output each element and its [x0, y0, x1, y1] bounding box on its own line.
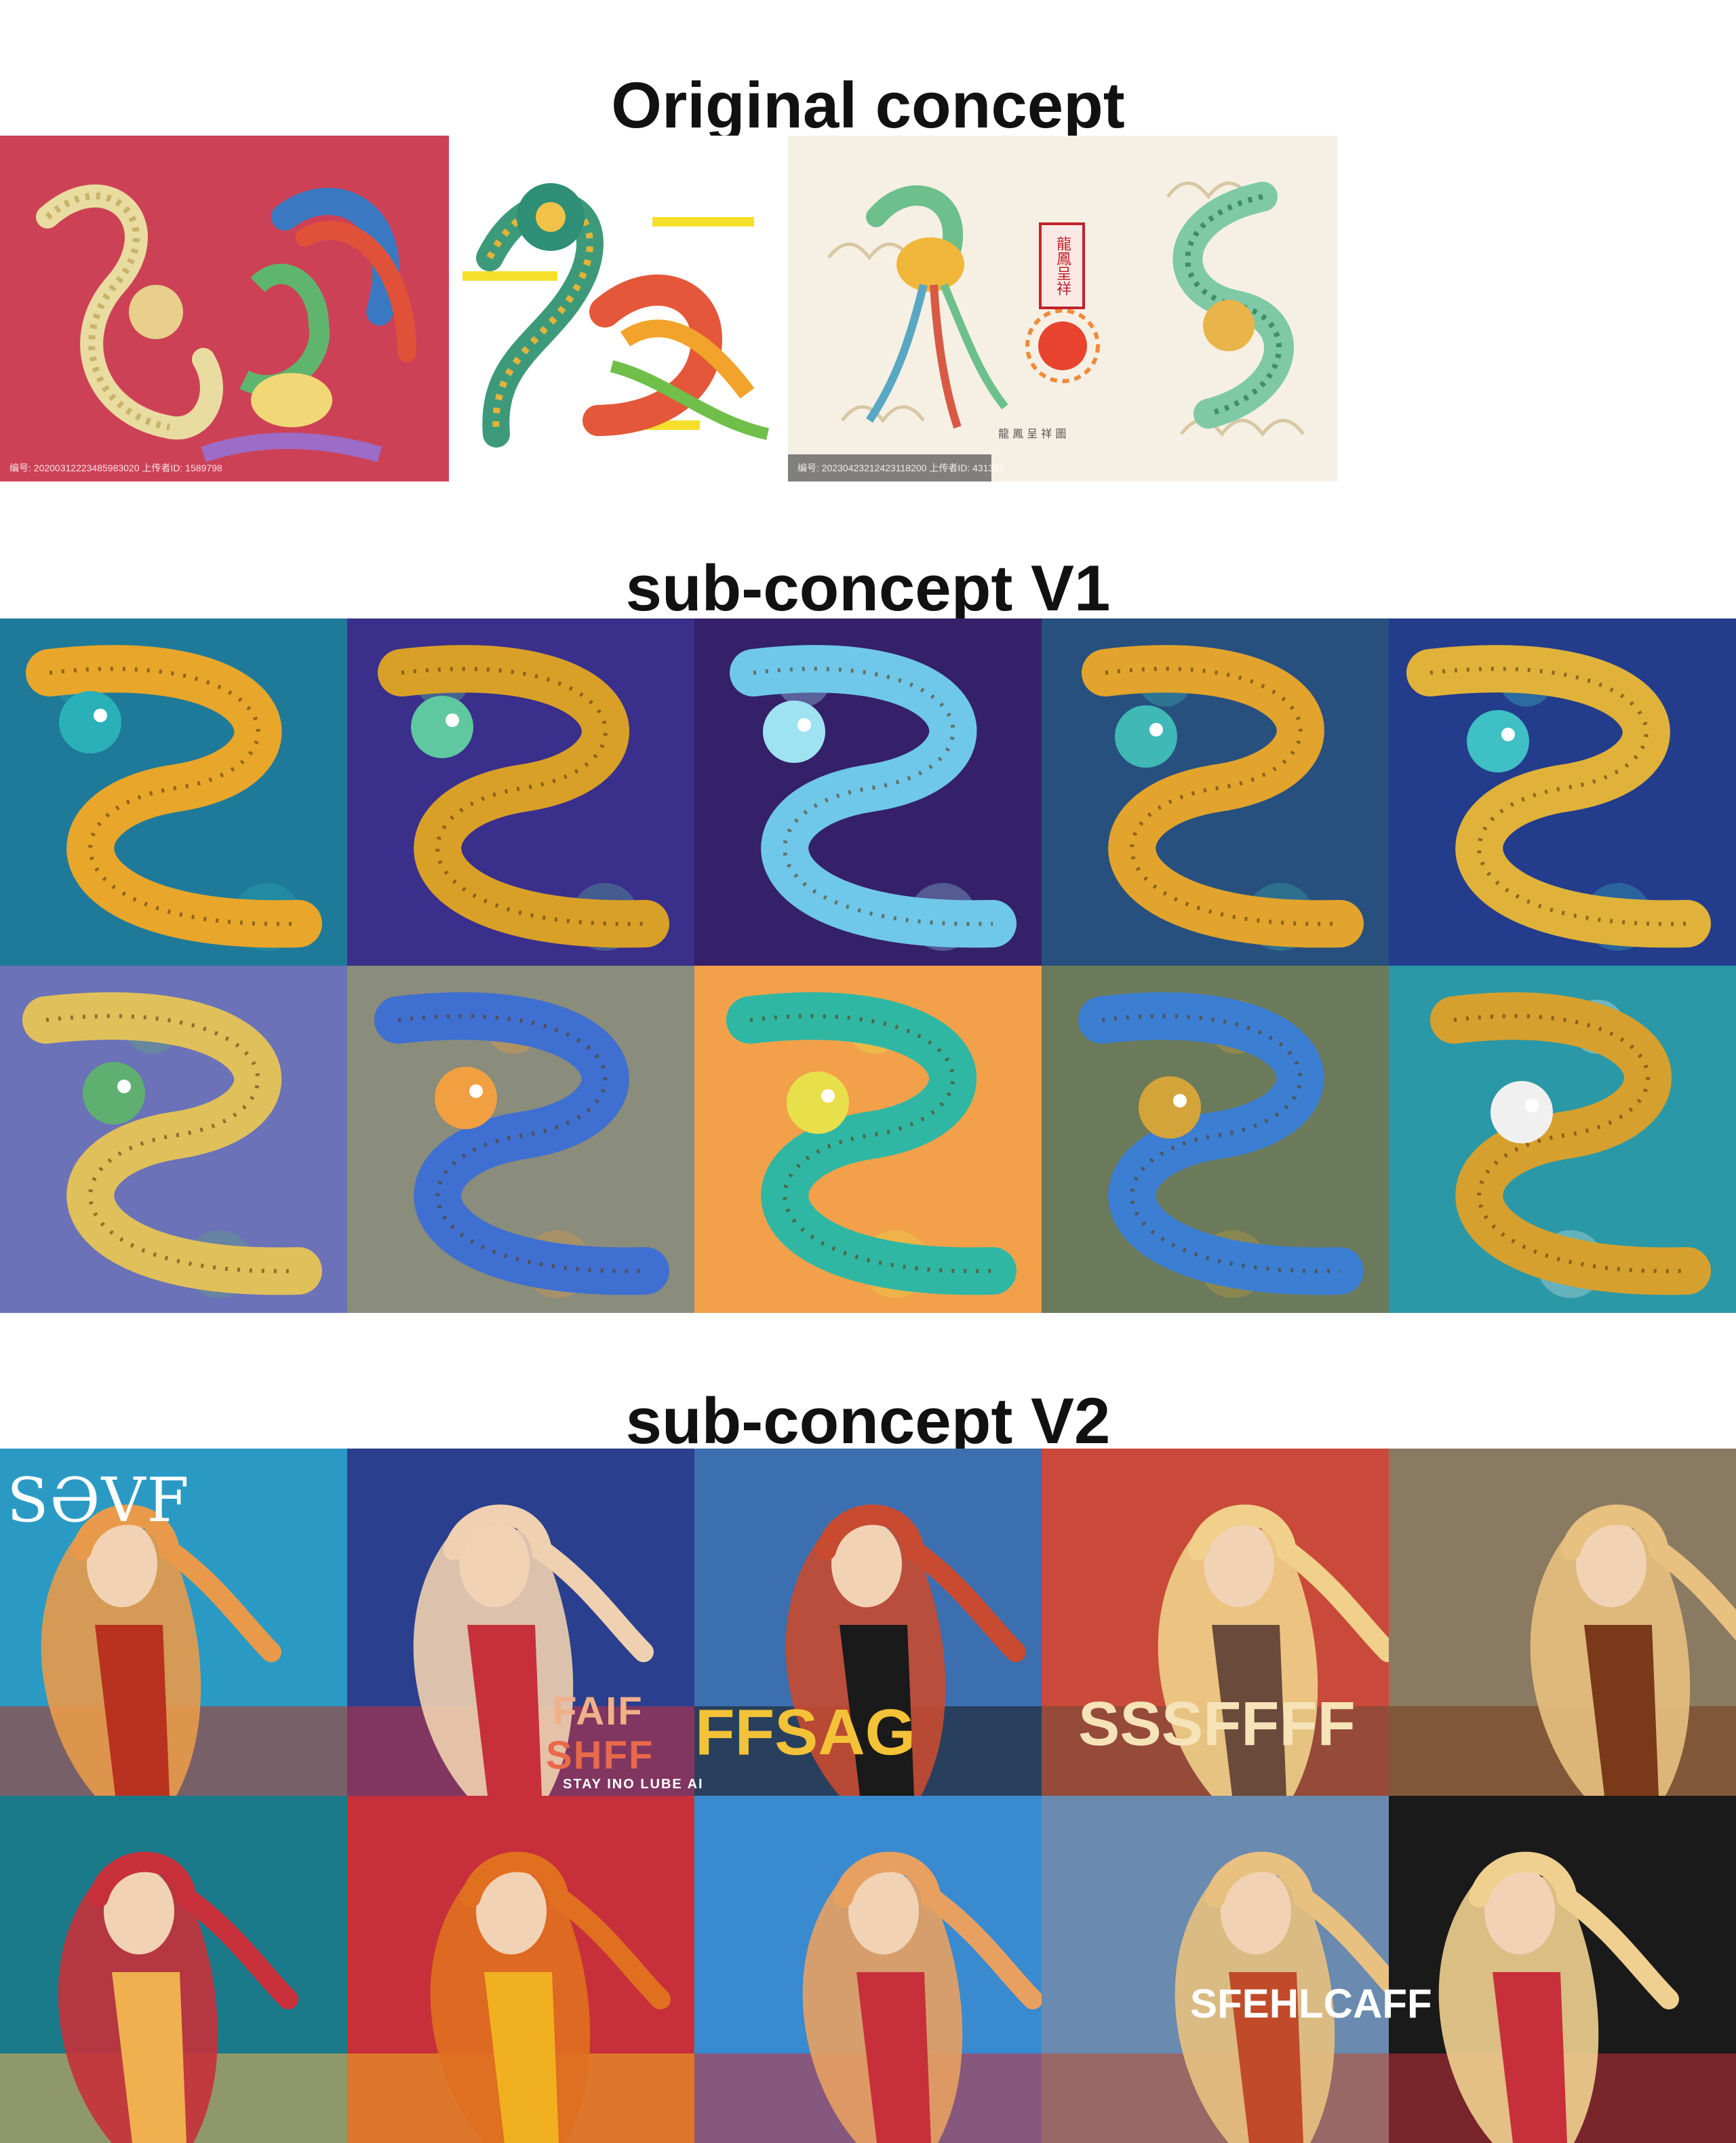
v1-dragon-image	[694, 966, 1042, 1313]
section-title-original: Original concept	[611, 69, 1125, 142]
v1-dragon-image	[0, 966, 347, 1313]
poster-text: SHFF	[546, 1733, 654, 1777]
poster-text: FAIF	[553, 1689, 644, 1733]
poster-text: STAY INO LUBE AI	[563, 1777, 704, 1792]
v1-dragon-image	[1389, 618, 1736, 966]
v2-poster-image	[0, 1796, 347, 2143]
original-image-dragon-phoenix-red: 编号: 20200312223485983020 上传者ID: 1589798	[0, 136, 449, 481]
v2-poster-image	[694, 1796, 1042, 2143]
poster-text: SFEHLCAFF	[1190, 1981, 1432, 2026]
v1-dragon-image	[1042, 966, 1389, 1313]
section-title-v1: sub-concept V1	[625, 552, 1111, 625]
v2-poster-image	[1389, 1449, 1736, 1796]
watermark-text: 编号: 20230423212423118200 上传者ID: 431353	[797, 463, 1004, 473]
v1-dragon-image	[694, 618, 1042, 966]
v2-poster-image	[1389, 1796, 1736, 2143]
v1-dragon-image	[347, 618, 694, 966]
image-caption: 龍 鳳 呈 祥 圖	[998, 427, 1067, 440]
seal-stamp: 龍鳳呈祥	[1039, 222, 1085, 309]
poster-text: SƏVF	[7, 1465, 191, 1536]
v1-dragon-image	[0, 618, 347, 966]
poster-text: FFSAG	[695, 1696, 916, 1769]
v1-dragon-image	[1389, 966, 1736, 1313]
v1-dragon-image	[1042, 618, 1389, 966]
section-title-v2: sub-concept V2	[625, 1385, 1111, 1457]
poster-text: SSSFFFF	[1078, 1689, 1356, 1758]
original-image-dragon-phoenix-white	[449, 136, 788, 481]
v2-poster-image	[347, 1796, 694, 2143]
watermark-text: 编号: 20200312223485983020 上传者ID: 1589798	[9, 463, 222, 473]
v1-dragon-image	[347, 966, 694, 1313]
original-image-dragon-phoenix-cream: 龍鳳呈祥 龍 鳳 呈 祥 圖 编号: 20230423212423118200 …	[788, 136, 1337, 481]
v2-poster-image	[1042, 1796, 1389, 2143]
